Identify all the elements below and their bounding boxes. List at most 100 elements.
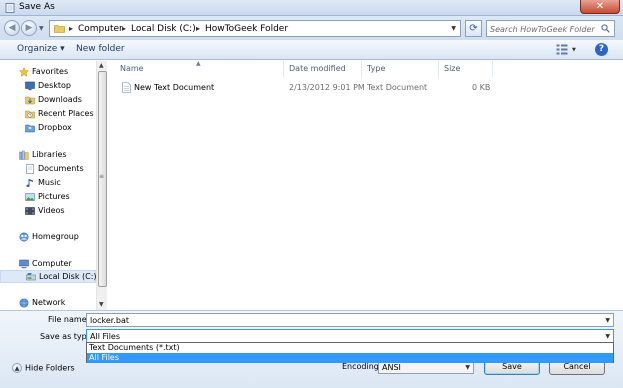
nav-item-dropbox[interactable]: Dropbox — [0, 122, 96, 135]
search-icon — [601, 24, 610, 33]
scrollbar-grip-icon: ≡ — [99, 173, 105, 180]
column-divider[interactable] — [283, 61, 284, 78]
view-options-dropdown-icon[interactable]: ▼ — [572, 47, 576, 53]
back-button[interactable]: ◀ — [4, 20, 20, 36]
network-icon — [19, 298, 29, 308]
star-icon — [19, 67, 29, 77]
file-name-field[interactable]: locker.bat ▼ — [86, 313, 614, 327]
sort-ascending-icon: ▲ — [196, 60, 201, 67]
nav-item-desktop[interactable]: Desktop — [0, 80, 96, 93]
column-divider[interactable] — [361, 61, 362, 78]
nav-item-recent-places[interactable]: Recent Places — [0, 108, 96, 121]
title-bar: Save As ✕ — [0, 0, 623, 16]
address-row: ◀ ▶ ▼ ▸ Computer ▸ Local Disk (C:) ▸ How… — [0, 16, 623, 40]
file-list: Name ▲ Date modified Type Size New Text … — [108, 60, 623, 310]
nav-label: Recent Places — [38, 109, 94, 118]
nav-label: Dropbox — [38, 123, 72, 132]
nav-scrollbar[interactable]: ▲ ≡ ▼ — [96, 61, 107, 310]
file-name-label: File name: — [48, 315, 90, 324]
refresh-icon: ⟳ — [469, 23, 478, 34]
nav-label: Videos — [38, 206, 65, 215]
recent-pages-dropdown-icon[interactable]: ▼ — [39, 25, 44, 32]
pictures-icon — [25, 193, 35, 201]
nav-label: Pictures — [38, 192, 70, 201]
new-folder-button[interactable]: New folder — [76, 44, 125, 54]
scroll-up-icon[interactable]: ▲ — [99, 62, 104, 69]
back-arrow-icon: ◀ — [8, 23, 16, 33]
hard-drive-icon — [26, 273, 36, 281]
type-option-all-files[interactable]: All Files — [87, 353, 613, 363]
breadcrumb-computer[interactable]: Computer — [78, 24, 123, 34]
column-header-type[interactable]: Type — [367, 64, 385, 73]
hide-folders-button[interactable]: ▲ Hide Folders — [12, 363, 75, 373]
address-bar[interactable]: ▸ Computer ▸ Local Disk (C:) ▸ HowToGeek… — [49, 20, 461, 37]
desktop-icon — [25, 81, 35, 91]
scroll-down-icon[interactable]: ▼ — [99, 301, 104, 308]
close-button[interactable]: ✕ — [580, 0, 620, 14]
breadcrumb-separator-icon[interactable]: ▸ — [122, 24, 126, 33]
nav-label: Favorites — [32, 67, 69, 76]
organize-button[interactable]: Organize ▾ — [17, 44, 65, 54]
documents-icon — [26, 164, 34, 174]
nav-label: Computer — [32, 259, 72, 268]
address-dropdown-icon[interactable]: ▼ — [451, 25, 456, 32]
save-as-type-value[interactable]: All Files — [90, 332, 120, 341]
collapse-icon: ▲ — [12, 363, 22, 373]
chevron-down-icon[interactable]: ▼ — [465, 364, 470, 371]
nav-item-videos[interactable]: Videos — [0, 205, 96, 218]
command-bar: Organize ▾ New folder ▼ ? — [0, 40, 623, 60]
file-row[interactable]: New Text Document 2/13/2012 9:01 PM Text… — [114, 80, 514, 95]
file-size: 0 KB — [472, 83, 491, 92]
nav-homegroup[interactable]: Homegroup — [0, 231, 96, 244]
downloads-icon — [25, 96, 35, 105]
nav-libraries[interactable]: Libraries — [0, 149, 96, 162]
file-type: Text Document — [367, 83, 428, 92]
refresh-button[interactable]: ⟳ — [465, 20, 482, 37]
nav-item-local-disk[interactable]: Local Disk (C:) — [0, 270, 97, 283]
column-header-name[interactable]: Name — [120, 64, 144, 73]
window-title: Save As — [19, 2, 55, 12]
nav-label: Downloads — [38, 95, 82, 104]
breadcrumb-separator-icon[interactable]: ▸ — [69, 24, 73, 33]
nav-favorites[interactable]: Favorites — [0, 66, 96, 79]
column-divider[interactable] — [492, 61, 493, 78]
change-view-icon[interactable] — [556, 44, 568, 55]
forward-button[interactable]: ▶ — [21, 20, 37, 36]
nav-item-music[interactable]: Music — [0, 177, 96, 190]
save-as-type-select[interactable]: All Files ▼ — [86, 329, 614, 343]
column-header-size[interactable]: Size — [444, 64, 460, 73]
nav-item-documents[interactable]: Documents — [0, 163, 96, 176]
breadcrumb-local-disk[interactable]: Local Disk (C:) — [131, 24, 196, 34]
help-icon: ? — [598, 44, 605, 54]
folder-icon — [54, 25, 65, 33]
file-name: New Text Document — [134, 83, 215, 92]
chevron-down-icon[interactable]: ▼ — [605, 317, 610, 324]
navigation-pane: Favorites Desktop Downloads Recent Place… — [0, 61, 107, 310]
videos-icon — [25, 207, 35, 215]
nav-label: Homegroup — [32, 232, 79, 241]
nav-label: Music — [38, 178, 61, 187]
chevron-down-icon[interactable]: ▼ — [605, 333, 610, 340]
column-header-date-modified[interactable]: Date modified — [289, 64, 346, 73]
nav-label: Desktop — [38, 81, 71, 90]
nav-label: Libraries — [32, 150, 67, 159]
nav-label: Documents — [38, 164, 84, 173]
encoding-value[interactable]: ANSI — [382, 363, 401, 372]
help-button[interactable]: ? — [595, 43, 608, 56]
nav-item-downloads[interactable]: Downloads — [0, 94, 96, 107]
column-divider[interactable] — [438, 61, 439, 78]
encoding-label: Encoding: — [342, 362, 382, 371]
computer-icon — [19, 259, 29, 269]
recent-places-icon — [25, 110, 35, 119]
type-option-text-documents[interactable]: Text Documents (*.txt) — [87, 343, 613, 353]
nav-item-pictures[interactable]: Pictures — [0, 191, 96, 204]
forward-arrow-icon: ▶ — [25, 23, 33, 33]
file-name-value[interactable]: locker.bat — [90, 316, 129, 325]
search-input[interactable] — [490, 23, 598, 35]
nav-network[interactable]: Network — [0, 297, 96, 310]
search-box[interactable] — [486, 20, 615, 37]
hide-folders-label: Hide Folders — [25, 363, 75, 373]
breadcrumb-current-folder[interactable]: HowToGeek Folder — [205, 24, 288, 34]
nav-label: Network — [32, 298, 66, 307]
breadcrumb-separator-icon[interactable]: ▸ — [196, 24, 200, 33]
